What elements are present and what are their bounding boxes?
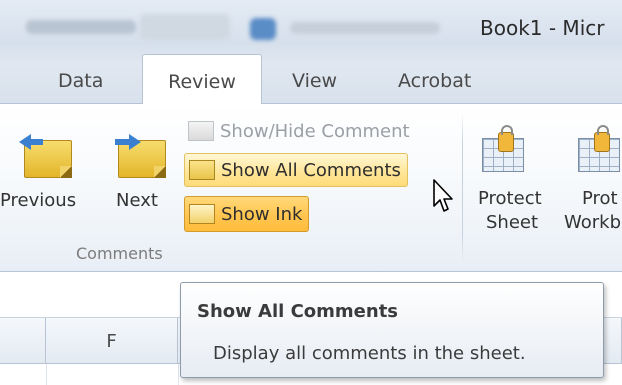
show-all-comments-button[interactable]: Show All Comments bbox=[184, 153, 408, 187]
previous-comment-button[interactable] bbox=[19, 134, 72, 178]
protect-sheet-icon[interactable] bbox=[482, 125, 526, 174]
tab-data[interactable]: Data bbox=[58, 70, 103, 92]
next-comment-icon bbox=[115, 134, 166, 178]
tooltip-title: Show All Comments bbox=[197, 301, 399, 322]
ink-icon bbox=[189, 204, 215, 224]
protect-workbook-label-2[interactable]: Workb bbox=[564, 212, 621, 233]
show-all-comments-label: Show All Comments bbox=[221, 159, 401, 181]
column-header[interactable] bbox=[0, 318, 46, 364]
quick-access-toolbar[interactable] bbox=[26, 20, 136, 34]
tab-view[interactable]: View bbox=[292, 70, 337, 92]
tab-acrobat[interactable]: Acrobat bbox=[398, 70, 471, 92]
tooltip-description: Display all comments in the sheet. bbox=[213, 343, 526, 364]
show-hide-comment-button[interactable]: Show/Hide Comment bbox=[184, 116, 416, 146]
group-divider bbox=[462, 112, 463, 264]
window-title: Book1 - Micr bbox=[480, 16, 605, 40]
show-ink-label: Show Ink bbox=[221, 203, 303, 225]
show-hide-comment-label: Show/Hide Comment bbox=[220, 120, 410, 142]
title-bar: Book1 - Micr bbox=[0, 0, 622, 62]
mouse-pointer-icon bbox=[433, 179, 453, 212]
tooltip: Show All Comments Display all comments i… bbox=[180, 282, 604, 378]
tab-review[interactable]: Review bbox=[142, 54, 262, 105]
comments-group-label: Comments bbox=[76, 244, 163, 263]
next-comment-label[interactable]: Next bbox=[116, 190, 158, 211]
previous-comment-icon bbox=[19, 134, 72, 178]
protect-sheet-label-1[interactable]: Protect bbox=[478, 188, 542, 209]
protect-sheet-label-2[interactable]: Sheet bbox=[486, 212, 538, 233]
lock-icon bbox=[594, 125, 610, 152]
quick-access-toolbar-item[interactable] bbox=[140, 14, 230, 40]
app-icon bbox=[250, 18, 276, 40]
ribbon-tabs: Data Review View Acrobat bbox=[0, 54, 622, 105]
protect-workbook-icon[interactable] bbox=[578, 125, 622, 174]
protect-workbook-label-1[interactable]: Prot bbox=[582, 188, 618, 209]
lock-icon bbox=[498, 125, 514, 152]
previous-comment-label[interactable]: Previous bbox=[0, 190, 76, 211]
ribbon: Previous Next Show/Hide Comment Show All… bbox=[0, 104, 622, 272]
comments-icon bbox=[189, 160, 215, 180]
column-header-f[interactable]: F bbox=[46, 318, 178, 364]
toolbar-customize[interactable] bbox=[290, 22, 440, 34]
show-ink-button[interactable]: Show Ink bbox=[184, 196, 310, 232]
comment-icon bbox=[188, 121, 214, 141]
next-comment-button[interactable] bbox=[115, 134, 166, 178]
